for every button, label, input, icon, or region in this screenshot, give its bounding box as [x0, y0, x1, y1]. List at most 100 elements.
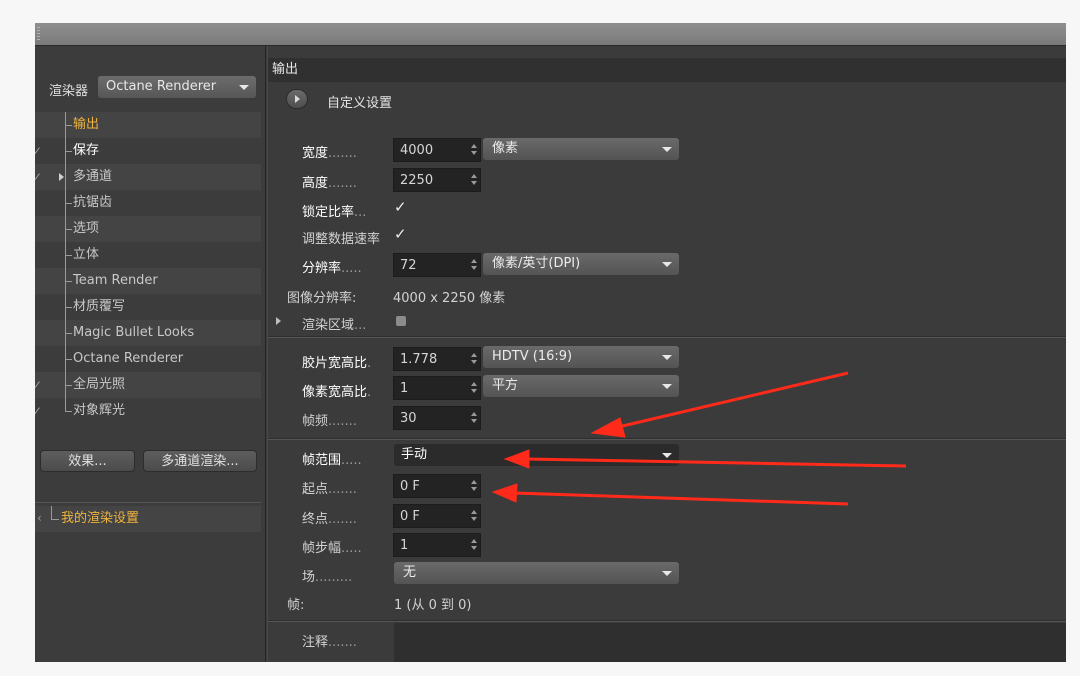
film-aspect-label: 胶片宽高比.	[302, 352, 371, 371]
notes-textarea[interactable]	[394, 623, 1066, 662]
enabled-check-icon[interactable]: ✓	[35, 398, 42, 424]
tree-branch	[65, 229, 72, 230]
sidebar-item-save[interactable]: ✓ 保存	[35, 138, 261, 164]
height-value: 2250	[400, 173, 434, 188]
enabled-check-icon[interactable]: ✓	[35, 372, 42, 398]
chevron-down-icon	[662, 262, 672, 267]
multipass-render-button[interactable]: 多通道渲染...	[143, 450, 257, 472]
width-label: 宽度.......	[302, 142, 357, 161]
sidebar-item-label: 材质覆写	[73, 299, 126, 314]
tree-branch	[65, 203, 72, 204]
frame-range-dropdown[interactable]: 手动	[394, 444, 679, 466]
pixel-aspect-label-text: 像素宽高比	[302, 385, 368, 400]
sidebar-item-label: 输出	[73, 117, 100, 132]
dot-leader: .......	[328, 414, 357, 429]
chevron-down-icon	[662, 571, 672, 576]
render-settings-window: 渲染器 Octane Renderer 输出 ✓ 保存 ✓ 多通道 抗锯齿 选项…	[35, 23, 1066, 662]
drag-grip-icon[interactable]	[37, 27, 40, 41]
end-frame-input[interactable]: 0 F	[393, 504, 481, 528]
frame-range-label: 帧范围.....	[302, 449, 362, 468]
start-frame-label-text: 起点	[302, 482, 329, 497]
spinner-icon[interactable]	[471, 144, 477, 156]
adjust-data-rate-checkbox[interactable]: ✓	[394, 225, 407, 243]
window-titlebar[interactable]	[35, 23, 1066, 46]
adjust-data-rate-label: 调整数据速率	[302, 232, 381, 247]
spinner-icon[interactable]	[471, 174, 477, 186]
divider	[268, 439, 1066, 440]
sidebar-item-global-illumination[interactable]: ✓ 全局光照	[35, 372, 261, 398]
frame-step-label: 帧步幅.....	[302, 537, 362, 556]
frame-rate-input[interactable]: 30	[393, 406, 481, 430]
sidebar-item-options[interactable]: 选项	[35, 216, 261, 242]
resolution-label-text: 分辨率	[302, 261, 342, 276]
enabled-check-icon[interactable]: ✓	[35, 164, 42, 190]
sidebar-item-label: Magic Bullet Looks	[73, 325, 195, 340]
frame-rate-label: 帧频.......	[302, 410, 357, 429]
resolution-input[interactable]: 72	[393, 253, 481, 277]
lock-ratio-label: 锁定比率...	[302, 201, 366, 220]
pixel-aspect-input[interactable]: 1	[393, 376, 481, 400]
resolution-unit-dropdown[interactable]: 像素/英寸(DPI)	[483, 253, 679, 275]
spinner-icon[interactable]	[471, 382, 477, 394]
spinner-icon[interactable]	[471, 353, 477, 365]
film-aspect-dropdown[interactable]: HDTV (16:9)	[483, 346, 679, 368]
render-setting-item[interactable]: ‹ 我的渲染设置	[35, 506, 261, 532]
film-aspect-label-text: 胶片宽高比	[302, 356, 368, 371]
enabled-check-icon[interactable]: ✓	[35, 138, 42, 164]
tree-branch	[65, 281, 72, 282]
sidebar-item-label: 保存	[73, 143, 100, 158]
dot-leader: .......	[328, 482, 357, 497]
start-frame-input[interactable]: 0 F	[393, 474, 481, 498]
panel-splitter[interactable]	[265, 46, 266, 662]
sidebar-item-stereo[interactable]: 立体	[35, 242, 261, 268]
spinner-icon[interactable]	[471, 480, 477, 492]
frame-step-input[interactable]: 1	[393, 533, 481, 557]
sidebar-item-material-override[interactable]: 材质覆写	[35, 294, 261, 320]
start-frame-value: 0 F	[400, 479, 420, 494]
lock-ratio-label-text: 锁定比率	[302, 205, 355, 220]
field-dropdown[interactable]: 无	[394, 562, 679, 584]
dot-leader: .........	[315, 570, 353, 585]
spinner-icon[interactable]	[471, 412, 477, 424]
sidebar-item-label: 抗锯齿	[73, 195, 113, 210]
chevron-down-icon	[662, 384, 672, 389]
sidebar-item-object-glow[interactable]: ✓ 对象辉光	[35, 398, 261, 424]
tree-line	[51, 506, 59, 520]
film-aspect-value: 1.778	[400, 352, 438, 367]
spinner-icon[interactable]	[471, 539, 477, 551]
renderer-dropdown[interactable]: Octane Renderer	[98, 76, 256, 98]
lock-ratio-checkbox[interactable]: ✓	[394, 198, 407, 216]
notes-label: 注释.......	[302, 631, 357, 650]
dot-leader: ...	[354, 205, 367, 220]
sidebar-item-output[interactable]: 输出	[35, 112, 261, 138]
frames-label: 帧:	[287, 598, 305, 613]
render-region-checkbox[interactable]	[396, 316, 406, 326]
sidebar-item-octane-renderer[interactable]: Octane Renderer	[35, 346, 261, 372]
sidebar-item-antialiasing[interactable]: 抗锯齿	[35, 190, 261, 216]
sidebar-item-multipass[interactable]: ✓ 多通道	[35, 164, 261, 190]
collapse-arrow-icon[interactable]: ‹	[37, 511, 42, 525]
sidebar-item-team-render[interactable]: Team Render	[35, 268, 261, 294]
image-resolution-label: 图像分辨率:	[287, 291, 357, 306]
dot-leader: .	[367, 356, 372, 371]
height-input[interactable]: 2250	[393, 168, 481, 192]
spinner-icon[interactable]	[471, 510, 477, 522]
width-label-text: 宽度	[302, 146, 329, 161]
effects-button[interactable]: 效果...	[40, 450, 135, 472]
expand-arrow-icon[interactable]	[59, 173, 64, 181]
dot-leader: .....	[341, 261, 362, 276]
spinner-icon[interactable]	[471, 259, 477, 271]
dot-leader: ...	[354, 318, 367, 333]
render-setting-label: 我的渲染设置	[61, 511, 140, 526]
sidebar-item-magic-bullet[interactable]: Magic Bullet Looks	[35, 320, 261, 346]
expand-arrow-icon[interactable]	[276, 317, 281, 325]
field-label: 场.........	[302, 566, 352, 585]
film-aspect-input[interactable]: 1.778	[393, 347, 481, 371]
size-unit-dropdown[interactable]: 像素	[483, 138, 679, 160]
preset-play-icon[interactable]	[286, 89, 308, 109]
pixel-aspect-dropdown[interactable]: 平方	[483, 375, 679, 397]
dot-leader: .	[367, 385, 372, 400]
width-input[interactable]: 4000	[393, 138, 481, 162]
height-label: 高度.......	[302, 172, 357, 191]
tree-line	[65, 164, 66, 190]
